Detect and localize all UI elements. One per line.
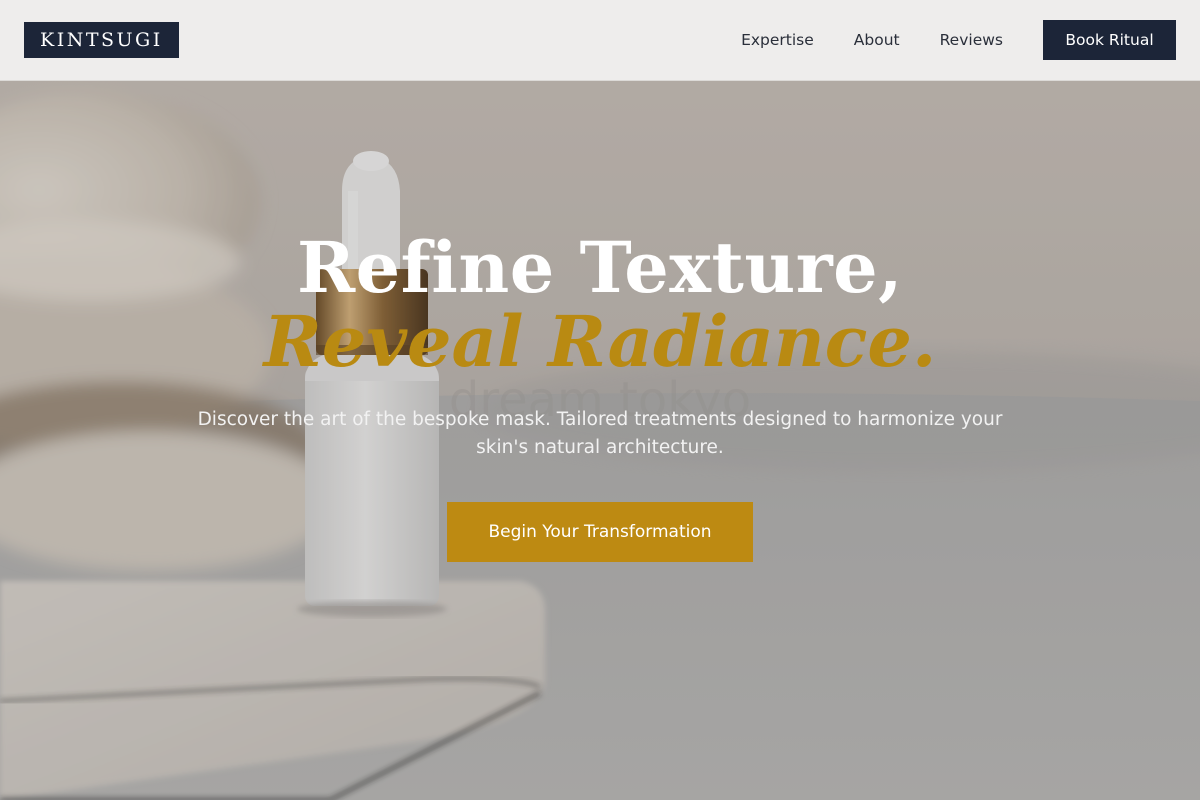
hero-title-line2: Reveal Radiance. (263, 300, 937, 383)
site-header: KINTSUGI Expertise About Reviews Book Ri… (0, 0, 1200, 81)
book-ritual-button[interactable]: Book Ritual (1043, 20, 1176, 60)
nav-link-expertise[interactable]: Expertise (741, 31, 814, 49)
main-nav: Expertise About Reviews Book Ritual (741, 20, 1176, 60)
nav-link-reviews[interactable]: Reviews (940, 31, 1003, 49)
begin-transformation-button[interactable]: Begin Your Transformation (447, 502, 753, 562)
hero-subtitle: Discover the art of the bespoke mask. Ta… (197, 409, 1003, 458)
logo[interactable]: KINTSUGI (24, 22, 179, 58)
nav-link-about[interactable]: About (854, 31, 900, 49)
hero-content: Refine Texture, Reveal Radiance. Discove… (0, 81, 1200, 800)
hero-title-line1: Refine Texture, (296, 226, 904, 309)
